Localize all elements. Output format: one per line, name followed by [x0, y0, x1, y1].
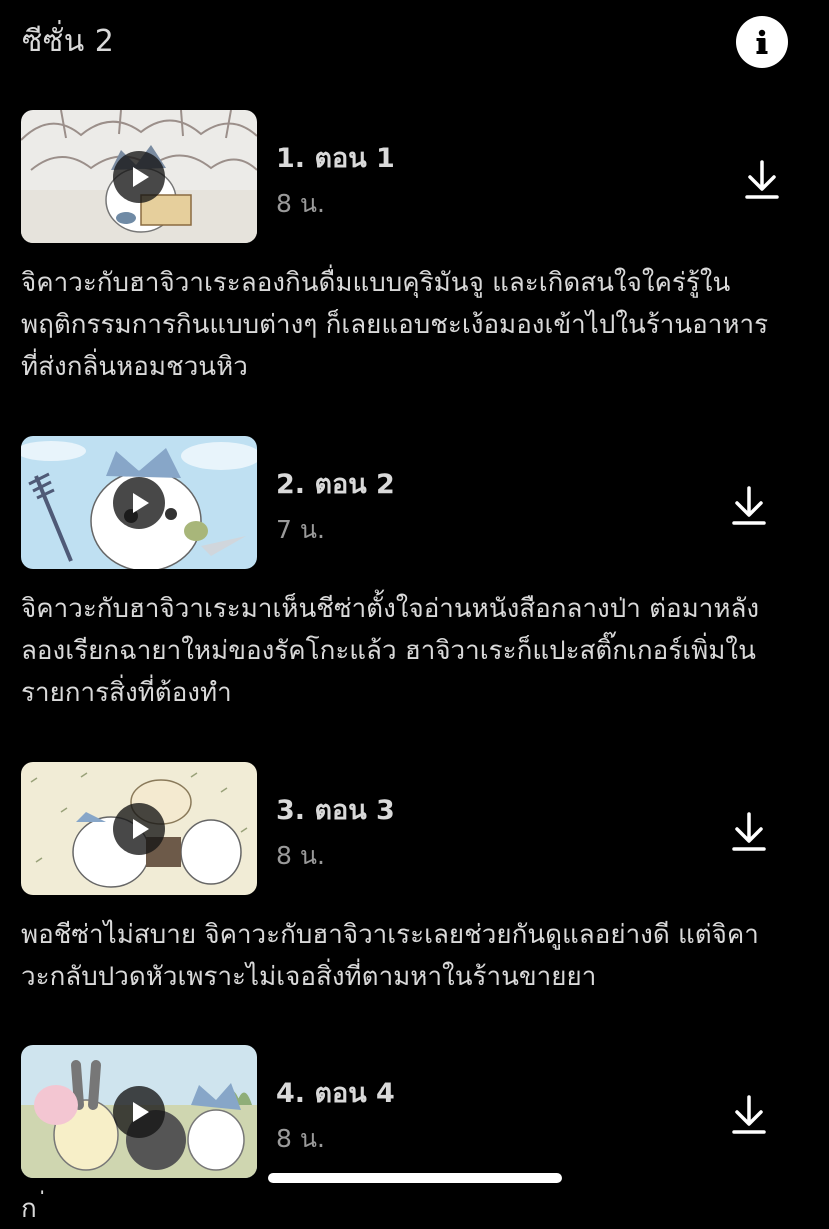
description-line: จิคาวะกับฮาจิวาเระมาเห็นชีซ่าตั้งใจอ่านห… [21, 594, 760, 624]
episode-title: 3. ตอน 3 [276, 795, 395, 826]
episode-thumbnail[interactable] [21, 436, 257, 569]
download-icon[interactable] [727, 484, 771, 528]
episode-thumbnail[interactable] [21, 110, 257, 243]
episode-duration: 8 น. [276, 189, 325, 218]
description-line: พอชีซ่าไม่สบาย จิคาวะกับฮาจิวาเระเลยช่วย… [21, 920, 759, 950]
download-icon[interactable] [740, 158, 784, 202]
play-icon [133, 493, 149, 513]
episode-description: จิคาวะกับฮาจิวาเระลองกินดื่มแบบคุริมันจู… [21, 262, 811, 388]
home-indicator[interactable] [268, 1173, 562, 1183]
play-button[interactable] [113, 477, 165, 529]
episode-title: 4. ตอน 4 [276, 1078, 395, 1109]
description-line: รายการสิ่งที่ต้องทำ [21, 678, 232, 708]
season-selector[interactable]: ซีซั่น 2 [22, 18, 114, 65]
episode-description: พอชีซ่าไม่สบาย จิคาวะกับฮาจิวาเระเลยช่วย… [21, 914, 811, 998]
episode-thumbnail[interactable] [21, 1045, 257, 1178]
episode-duration: 8 น. [276, 1124, 325, 1153]
episode-duration: 8 น. [276, 841, 325, 870]
description-line: วะกลับปวดหัวเพราะไม่เจอสิ่งที่ตามหาในร้า… [21, 962, 597, 992]
play-icon [133, 819, 149, 839]
episode-title: 2. ตอน 2 [276, 469, 395, 500]
episode-duration: 7 น. [276, 515, 325, 544]
play-button[interactable] [113, 1086, 165, 1138]
description-line: จิคาวะกับฮาจิวาเระลองกินดื่มแบบคุริมันจู… [21, 268, 731, 298]
description-line: พฤติกรรมการกินแบบต่างๆ ก็เลยแอบชะเง้อมอง… [21, 310, 769, 340]
play-icon [133, 1102, 149, 1122]
download-icon[interactable] [727, 810, 771, 854]
info-icon [756, 29, 768, 54]
description-line: ที่ส่งกลิ่นหอมชวนหิว [21, 352, 248, 382]
play-button[interactable] [113, 151, 165, 203]
episode-thumbnail[interactable] [21, 762, 257, 895]
episode-description: จิคาวะกับฮาจิวาเระมาเห็นชีซ่าตั้งใจอ่านห… [21, 588, 811, 714]
play-icon [133, 167, 149, 187]
episode-title: 1. ตอน 1 [276, 143, 395, 174]
next-description-partial: ก ่ [21, 1194, 46, 1224]
download-icon[interactable] [727, 1093, 771, 1137]
info-button[interactable] [736, 16, 788, 68]
description-line: ลองเรียกฉายาใหม่ของรัคโกะแล้ว ฮาจิวาเระก… [21, 636, 756, 666]
play-button[interactable] [113, 803, 165, 855]
